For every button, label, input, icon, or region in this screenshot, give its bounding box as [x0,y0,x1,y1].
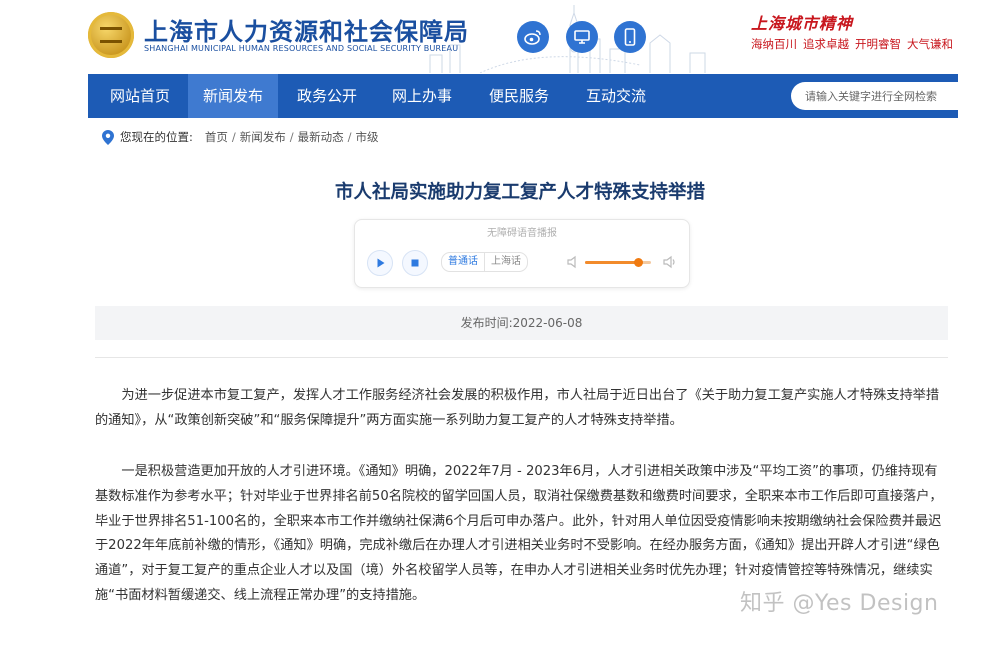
site-name-en: SHANGHAI MUNICIPAL HUMAN RESOURCES AND S… [144,44,459,53]
breadcrumb-home[interactable]: 首页 [205,129,228,145]
breadcrumb-separator: / [289,130,294,144]
location-pin-icon [102,129,114,145]
audio-caption: 无障碍语音播报 [487,228,557,239]
breadcrumb-news[interactable]: 新闻发布 [240,129,286,145]
watermark: 知乎 @Yes Design [740,591,939,616]
lang-mandarin[interactable]: 普通话 [442,253,484,271]
computer-button[interactable] [566,21,598,53]
breadcrumb-separator: / [347,130,352,144]
breadcrumb: 您现在的位置: 首页 / 新闻发布 / 最新动态 / 市级 [102,129,379,145]
breadcrumb-latest[interactable]: 最新动态 [298,129,344,145]
bureau-logo[interactable] [88,12,134,58]
volume-slider[interactable] [585,258,651,267]
weibo-icon [524,30,541,45]
audio-player: 无障碍语音播报 普通话 上海话 [354,219,690,288]
computer-icon [574,30,590,44]
breadcrumb-separator: / [231,130,236,144]
volume-up-icon[interactable] [663,255,677,269]
weibo-button[interactable] [517,21,549,53]
search-input[interactable] [805,82,997,110]
breadcrumb-label: 您现在的位置: [120,130,193,144]
nav-item-public-services[interactable]: 便民服务 [477,74,561,118]
site-header: 上海市人力资源和社会保障局 SHANGHAI MUNICIPAL HUMAN R… [0,0,1000,74]
nav-item-news[interactable]: 新闻发布 [188,74,278,118]
language-toggle: 普通话 上海话 [441,252,528,272]
main-nav: 网站首页 新闻发布 政务公开 网上办事 便民服务 互动交流 [88,74,1000,118]
nav-item-home[interactable]: 网站首页 [98,74,182,118]
nav-item-interaction[interactable]: 互动交流 [574,74,658,118]
volume-mute-icon[interactable] [566,255,580,269]
mobile-icon [624,28,636,46]
nav-item-government-affairs[interactable]: 政务公开 [285,74,369,118]
slogan-words: 海纳百川 追求卓越 开明睿智 大气谦和 [751,36,959,52]
volume-slider-fill [585,261,638,264]
mobile-button[interactable] [614,21,646,53]
lang-shanghainese[interactable]: 上海话 [484,253,527,271]
article-title: 市人社局实施助力复工复产人才特殊支持举措 [334,182,705,203]
slogan-title: 上海城市精神 [751,14,854,33]
nav-item-online-services[interactable]: 网上办事 [380,74,464,118]
play-button[interactable] [367,250,393,276]
stop-icon [411,259,419,267]
article-paragraph: 为进一步促进本市复工复产，发挥人才工作服务经济社会发展的积极作用，市人社局于近日… [95,388,940,428]
slogan-word: 开明睿智 [855,37,901,51]
search-box [791,82,1000,110]
play-icon [377,258,385,268]
volume-slider-knob[interactable] [633,258,643,267]
breadcrumb-municipal[interactable]: 市级 [356,129,379,145]
publish-date: 发布时间:2022-06-08 [95,306,948,340]
slogan-word: 海纳百川 [751,37,797,51]
slogan-word: 追求卓越 [803,37,849,51]
divider [95,357,948,358]
stop-button[interactable] [402,250,428,276]
slogan-word: 大气谦和 [907,37,953,51]
